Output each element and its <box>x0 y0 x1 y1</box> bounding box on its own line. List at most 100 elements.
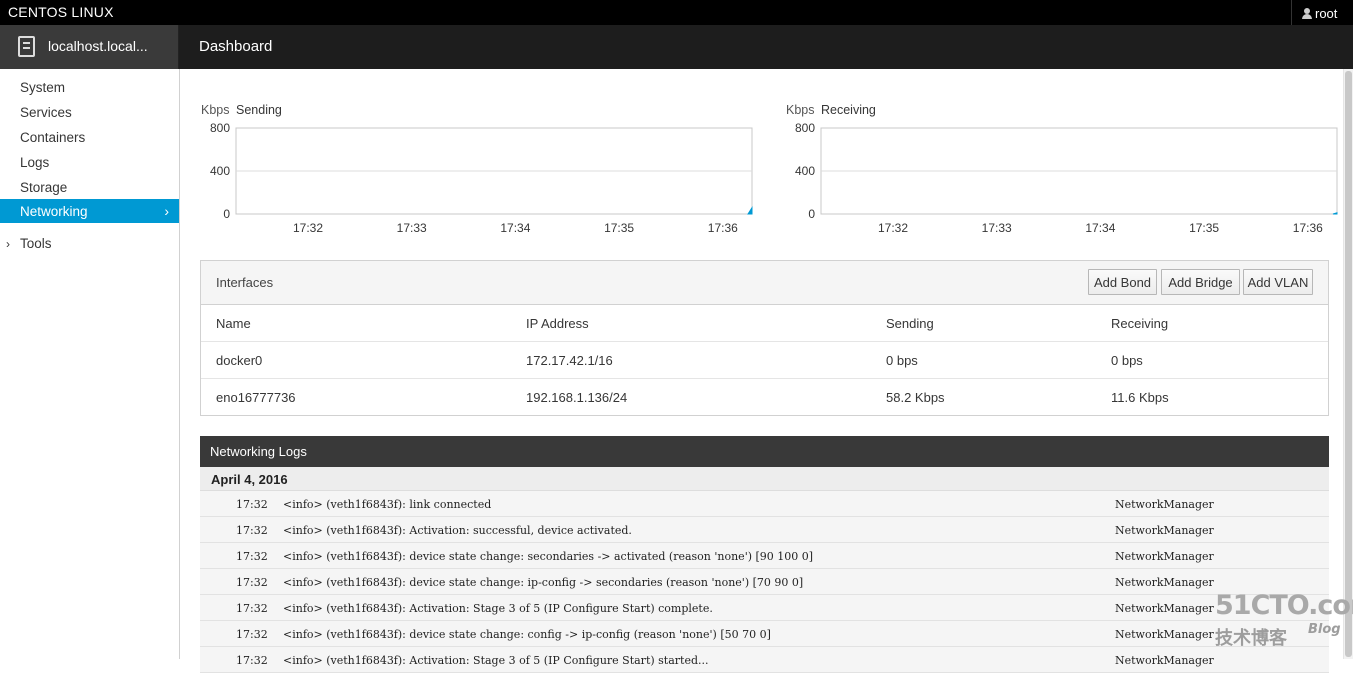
chevron-right-icon: › <box>6 237 10 251</box>
interface-receiving: 11.6 Kbps <box>1111 390 1169 405</box>
user-menu[interactable]: root <box>1291 0 1353 25</box>
sidebar-item-system[interactable]: System <box>0 75 179 99</box>
log-message: <info> (veth1f6843f): Activation: Stage … <box>283 654 709 667</box>
log-entry[interactable]: 17:32 <info> (veth1f6843f): Activation: s… <box>200 517 1329 543</box>
x-tick-label: 17:32 <box>878 221 908 235</box>
top-bar: CENTOS LINUX root <box>0 0 1353 25</box>
log-message: <info> (veth1f6843f): device state chang… <box>283 628 771 641</box>
add-bond-button[interactable]: Add Bond <box>1088 269 1157 295</box>
log-time: 17:32 <box>236 498 268 511</box>
log-source: NetworkManager <box>1115 654 1214 667</box>
x-tick-label: 17:35 <box>1189 221 1219 235</box>
log-entry[interactable]: 17:32 <info> (veth1f6843f): link connecte… <box>200 491 1329 517</box>
column-header-receiving: Receiving <box>1111 316 1169 331</box>
server-icon <box>18 36 35 57</box>
log-entry[interactable]: 17:32 <info> (veth1f6843f): Activation: S… <box>200 647 1329 673</box>
log-source: NetworkManager <box>1115 524 1214 537</box>
sidebar-item-networking[interactable]: Networking › <box>0 199 179 223</box>
main-content: Kbps Sending 0 400 800 17:32 17:33 17:34 17:35… <box>180 69 1346 673</box>
log-entry[interactable]: 17:32 <info> (veth1f6843f): device state … <box>200 543 1329 569</box>
column-header-name: Name <box>216 316 251 331</box>
watermark-logo: 51CTO.com 技术博客 Blog <box>1213 590 1353 650</box>
chevron-right-icon: › <box>164 203 169 219</box>
add-bridge-button[interactable]: Add Bridge <box>1161 269 1240 295</box>
y-tick-label: 800 <box>210 121 230 135</box>
y-tick-label: 400 <box>210 164 230 178</box>
sidebar: System Services Containers Logs Storage … <box>0 69 180 659</box>
y-tick-label: 800 <box>795 121 815 135</box>
chart-title: Sending <box>236 103 282 117</box>
watermark-line1: 51CTO.com <box>1215 590 1353 621</box>
sidebar-item-containers[interactable]: Containers <box>0 125 179 149</box>
column-header-ip: IP Address <box>526 316 589 331</box>
interfaces-panel-header: Interfaces Add Bond Add Bridge Add VLAN <box>201 261 1328 305</box>
log-time: 17:32 <box>236 628 268 641</box>
log-message: <info> (veth1f6843f): device state chang… <box>283 550 814 563</box>
networking-logs-panel: Networking Logs April 4, 2016 17:32 <info… <box>200 436 1329 673</box>
interfaces-panel: Interfaces Add Bond Add Bridge Add VLAN … <box>200 260 1329 416</box>
log-time: 17:32 <box>236 602 268 615</box>
column-header-sending: Sending <box>886 316 934 331</box>
table-row[interactable]: docker0 172.17.42.1/16 0 bps 0 bps <box>201 342 1328 379</box>
chart-unit-label: Kbps <box>201 103 230 117</box>
sidebar-item-label: Networking <box>20 204 88 219</box>
host-selector[interactable]: localhost.local... <box>0 25 179 69</box>
sidebar-item-tools[interactable]: › Tools <box>6 236 52 251</box>
sending-chart: Kbps Sending 0 400 800 17:32 17:33 17:34 17:35… <box>201 103 761 243</box>
page-header: Dashboard <box>179 25 1353 69</box>
y-tick-label: 0 <box>223 207 230 221</box>
log-source: NetworkManager <box>1115 602 1214 615</box>
networking-logs-title: Networking Logs <box>200 436 1329 467</box>
sidebar-item-services[interactable]: Services <box>0 100 179 124</box>
brand-title: CENTOS LINUX <box>8 4 114 20</box>
log-entry[interactable]: 17:32 <info> (veth1f6843f): device state … <box>200 621 1329 647</box>
interface-name: docker0 <box>216 353 263 368</box>
x-tick-label: 17:34 <box>1085 221 1115 235</box>
table-header-row: Name IP Address Sending Receiving <box>201 305 1328 342</box>
x-tick-label: 17:34 <box>500 221 530 235</box>
interface-sending: 58.2 Kbps <box>886 390 945 405</box>
interface-sending: 0 bps <box>886 353 918 368</box>
host-label: localhost.local... <box>48 38 148 54</box>
log-source: NetworkManager <box>1115 550 1214 563</box>
log-message: <info> (veth1f6843f): Activation: Stage … <box>283 602 713 615</box>
watermark-line3: Blog <box>1308 622 1341 637</box>
x-tick-label: 17:36 <box>708 221 738 235</box>
log-message: <info> (veth1f6843f): link connected <box>283 498 492 511</box>
x-tick-label: 17:32 <box>293 221 323 235</box>
log-time: 17:32 <box>236 654 268 667</box>
chart-title: Receiving <box>821 103 876 117</box>
log-source: NetworkManager <box>1115 628 1214 641</box>
log-message: <info> (veth1f6843f): device state chang… <box>283 576 804 589</box>
interface-receiving: 0 bps <box>1111 353 1143 368</box>
y-tick-label: 0 <box>808 207 815 221</box>
sidebar-item-storage[interactable]: Storage <box>0 175 179 199</box>
x-tick-label: 17:33 <box>397 221 427 235</box>
x-tick-label: 17:33 <box>982 221 1012 235</box>
page-scrollbar[interactable] <box>1343 69 1353 659</box>
add-vlan-button[interactable]: Add VLAN <box>1243 269 1313 295</box>
receiving-chart: Kbps Receiving 0 400 800 17:32 17:33 17:34 17:… <box>786 103 1346 243</box>
x-tick-label: 17:36 <box>1293 221 1323 235</box>
log-list: 17:32 <info> (veth1f6843f): link connecte… <box>200 491 1329 673</box>
log-time: 17:32 <box>236 550 268 563</box>
log-entry[interactable]: 17:32 <info> (veth1f6843f): Activation: S… <box>200 595 1329 621</box>
sending-chart-plot: 0 400 800 17:32 17:33 17:34 17:35 17:36 <box>210 121 753 235</box>
sidebar-item-logs[interactable]: Logs <box>0 150 179 174</box>
user-name: root <box>1315 6 1338 21</box>
user-icon <box>1302 8 1312 19</box>
log-date-header: April 4, 2016 <box>200 467 1329 491</box>
scrollbar-thumb[interactable] <box>1345 71 1352 657</box>
log-message: <info> (veth1f6843f): Activation: succes… <box>283 524 632 537</box>
table-row[interactable]: eno16777736 192.168.1.136/24 58.2 Kbps 1… <box>201 379 1328 416</box>
interface-name: eno16777736 <box>216 390 296 405</box>
receiving-chart-plot: 0 400 800 17:32 17:33 17:34 17:35 17:36 <box>795 121 1338 235</box>
watermark-line2: 技术博客 <box>1215 628 1287 649</box>
interface-ip: 172.17.42.1/16 <box>526 353 613 368</box>
chart-unit-label: Kbps <box>786 103 815 117</box>
log-source: NetworkManager <box>1115 576 1214 589</box>
log-entry[interactable]: 17:32 <info> (veth1f6843f): device state … <box>200 569 1329 595</box>
log-source: NetworkManager <box>1115 498 1214 511</box>
interfaces-title: Interfaces <box>216 275 274 290</box>
x-tick-label: 17:35 <box>604 221 634 235</box>
